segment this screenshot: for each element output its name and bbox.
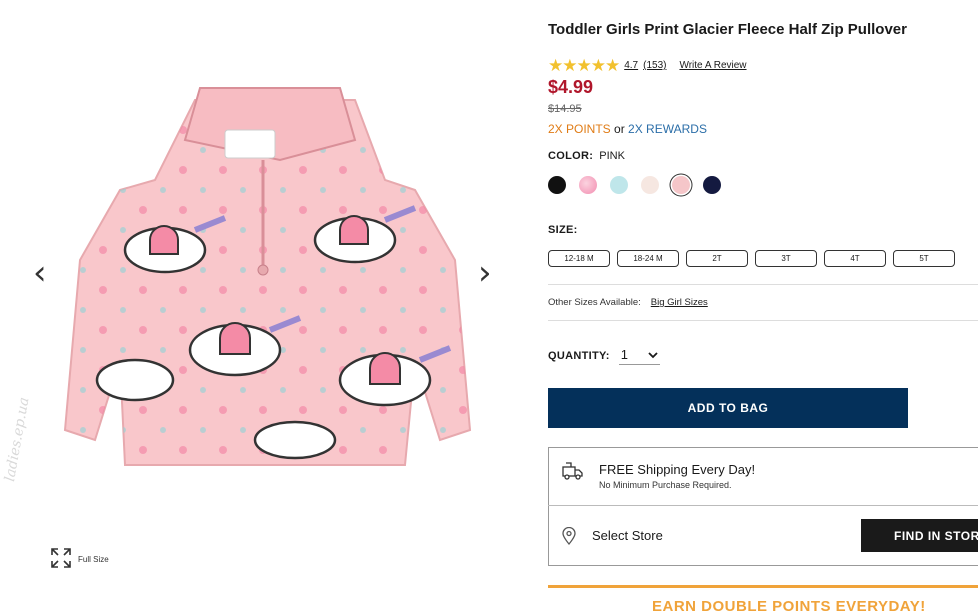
shipping-title: FREE Shipping Every Day! xyxy=(599,462,756,477)
quantity-row: QUANTITY: 1 xyxy=(548,347,661,365)
quantity-label: QUANTITY: xyxy=(548,350,610,362)
size-option[interactable]: 3T xyxy=(755,250,817,267)
earn-points-banner: EARN DOUBLE POINTS EVERYDAY! xyxy=(652,598,926,615)
other-sizes-label: Other Sizes Available: xyxy=(548,297,641,308)
expand-icon xyxy=(50,547,72,571)
color-swatch-cream[interactable] xyxy=(641,176,659,194)
truck-icon xyxy=(562,461,584,486)
big-girl-sizes-link[interactable]: Big Girl Sizes xyxy=(651,297,708,308)
divider xyxy=(548,505,978,506)
color-label: COLOR: xyxy=(548,150,594,162)
find-in-store-button[interactable]: FIND IN STORE xyxy=(861,519,978,552)
chevron-down-icon xyxy=(648,347,658,362)
color-swatch-light-blue[interactable] xyxy=(610,176,628,194)
rating-count[interactable]: (153) xyxy=(643,60,666,71)
divider xyxy=(548,284,978,285)
next-image-arrow[interactable]: › xyxy=(478,256,492,290)
product-image xyxy=(55,80,480,477)
quantity-select[interactable]: 1 xyxy=(618,347,661,365)
color-swatch-pink[interactable] xyxy=(672,176,690,194)
color-selector-label: COLOR: PINK xyxy=(548,150,625,162)
watermark: ladies.ep.ua xyxy=(2,396,33,483)
shipping-subtitle: No Minimum Purchase Required. xyxy=(599,480,732,490)
size-option[interactable]: 18-24 M xyxy=(617,250,679,267)
rating-row: ★★★★★ 4.7 (153) Write A Review xyxy=(548,57,747,74)
prev-image-arrow[interactable]: ‹ xyxy=(33,256,47,290)
points-label: 2X POINTS xyxy=(548,122,611,136)
color-swatches xyxy=(548,176,721,194)
sale-price: $4.99 xyxy=(548,77,594,97)
rewards-label: 2X REWARDS xyxy=(628,122,707,136)
add-to-bag-button[interactable]: ADD TO BAG xyxy=(548,388,908,428)
size-option[interactable]: 12-18 M xyxy=(548,250,610,267)
location-pin-icon xyxy=(562,526,576,550)
quantity-value: 1 xyxy=(620,347,629,362)
promo-divider xyxy=(548,585,978,588)
size-option[interactable]: 5T xyxy=(893,250,955,267)
size-options: 12-18 M 18-24 M 2T 3T 4T 5T xyxy=(548,250,955,267)
points-info: 2X POINTS or 2X REWARDS xyxy=(548,122,707,136)
star-rating-icon: ★★★★★ xyxy=(548,56,620,75)
rating-value[interactable]: 4.7 xyxy=(624,60,638,71)
points-or: or xyxy=(614,122,625,136)
full-size-label: Full Size xyxy=(78,554,109,564)
size-option[interactable]: 4T xyxy=(824,250,886,267)
other-sizes-row: Other Sizes Available: Big Girl Sizes xyxy=(548,297,708,308)
divider xyxy=(548,320,978,321)
full-size-button[interactable]: Full Size xyxy=(50,547,109,571)
size-option[interactable]: 2T xyxy=(686,250,748,267)
color-value: PINK xyxy=(599,150,625,162)
size-label: SIZE: xyxy=(548,224,578,236)
color-swatch-black[interactable] xyxy=(548,176,566,194)
select-store-link[interactable]: Select Store xyxy=(592,528,663,543)
color-swatch-navy[interactable] xyxy=(703,176,721,194)
color-swatch-pink-pattern[interactable] xyxy=(579,176,597,194)
original-price: $14.95 xyxy=(548,103,582,115)
product-title: Toddler Girls Print Glacier Fleece Half … xyxy=(548,21,907,38)
write-review-link[interactable]: Write A Review xyxy=(679,60,746,71)
